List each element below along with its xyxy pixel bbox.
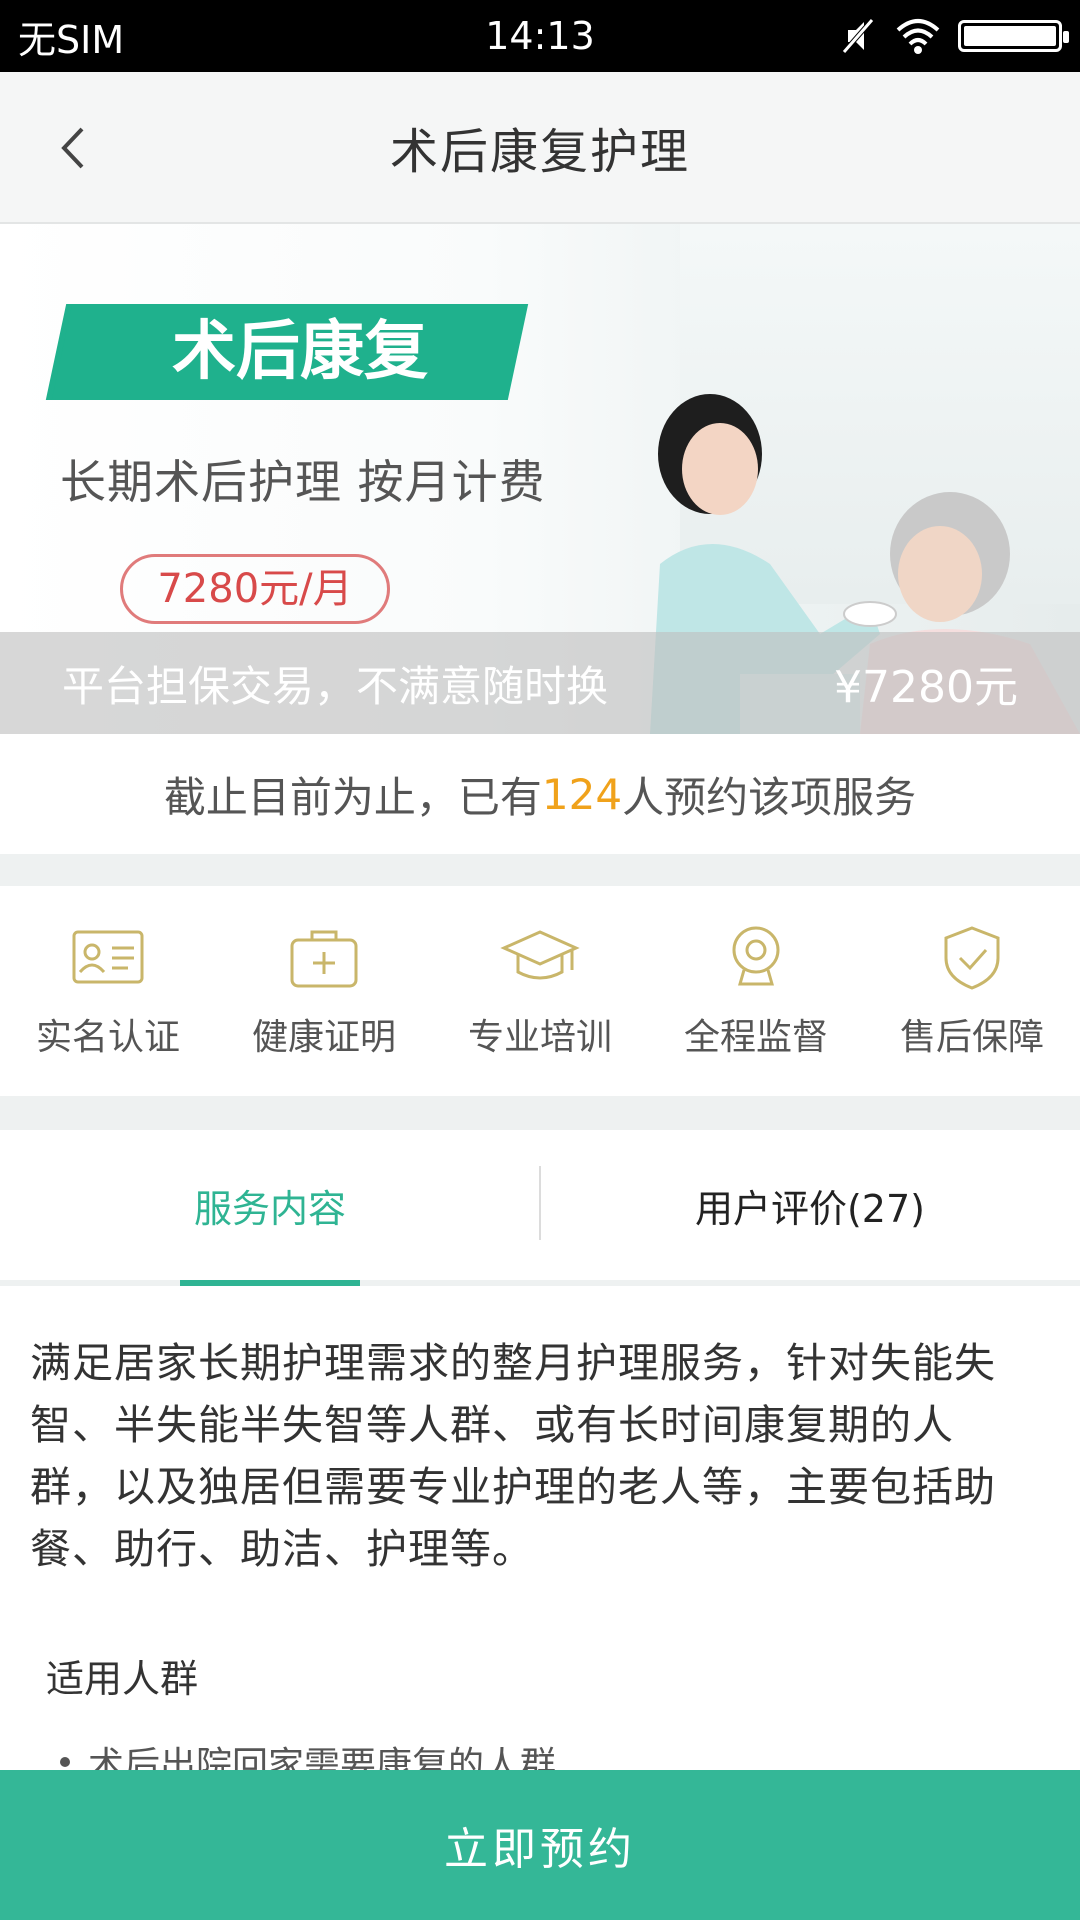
feature-supervision[interactable]: 全程监督 [656, 922, 856, 1060]
id-card-icon [72, 930, 144, 984]
banner-tag: 术后康复 [172, 315, 428, 389]
status-bar: 无SIM 14:13 [0, 0, 1080, 72]
carrier-label: 无SIM [18, 17, 125, 62]
banner-price-badge: 7280元/月 [120, 554, 390, 624]
book-now-button[interactable]: 立即预约 [0, 1770, 1080, 1920]
guarantee-text: 平台担保交易，不满意随时换 [62, 661, 609, 711]
overlay-price: ¥7280元 [834, 662, 1018, 713]
detail-tabs: 服务内容 用户评价(27) [0, 1130, 1080, 1286]
battery-icon [958, 20, 1069, 52]
feature-training[interactable]: 专业培训 [440, 922, 640, 1060]
service-description: 满足居家长期护理需求的整月护理服务，针对失能失智、半失能半失智等人群、或有长时间… [30, 1339, 996, 1573]
tab-service-content[interactable]: 服务内容 [0, 1130, 540, 1280]
shield-check-icon [944, 926, 1000, 990]
stat-suffix: 人预约该项服务 [622, 772, 917, 822]
back-button[interactable] [34, 108, 114, 188]
feature-label: 专业培训 [467, 1017, 612, 1058]
banner-subtitle: 长期术后护理 按月计费 [60, 455, 546, 509]
section-divider [0, 1096, 1080, 1130]
feature-after-sales[interactable]: 售后保障 [872, 922, 1072, 1060]
mute-icon [842, 18, 874, 54]
chevron-left-icon [61, 127, 84, 169]
feature-label: 健康证明 [251, 1017, 396, 1058]
list-item-text: 术后出院回家需要康复的人群 [88, 1745, 557, 1770]
section-divider [0, 854, 1080, 886]
stat-prefix: 截止目前为止，已有 [163, 772, 542, 822]
page-title: 术后康复护理 [389, 124, 690, 180]
feature-row: 实名认证 健康证明 专业培训 全程监督 售后保障 [0, 886, 1080, 1096]
stat-count: 124 [541, 769, 623, 819]
nav-bar: 术后康复护理 [0, 72, 1080, 224]
status-icons [838, 16, 1069, 56]
medical-kit-icon [290, 930, 358, 988]
feature-real-name[interactable]: 实名认证 [8, 922, 208, 1060]
booking-stat: 截止目前为止，已有 124 人预约该项服务 [0, 734, 1080, 854]
wifi-icon [896, 19, 940, 54]
service-content[interactable]: 满足居家长期护理需求的整月护理服务，针对失能失智、半失能半失智等人群、或有长时间… [0, 1290, 1080, 1770]
feature-label: 实名认证 [35, 1017, 180, 1058]
tab-user-reviews[interactable]: 用户评价(27) [540, 1130, 1080, 1280]
banner-overlay: 平台担保交易，不满意随时换 ¥7280元 [0, 632, 1080, 734]
feature-label: 全程监督 [683, 1017, 828, 1058]
graduation-cap-icon [500, 930, 580, 980]
camera-icon [732, 926, 780, 986]
section-title: 适用人群 [46, 1657, 199, 1701]
feature-health-cert[interactable]: 健康证明 [224, 922, 424, 1060]
list-item: 术后出院回家需要康复的人群 [60, 1736, 556, 1770]
service-banner[interactable]: 术后康复 长期术后护理 按月计费 7280元/月 平台担保交易，不满意随时换 ¥… [0, 224, 1080, 734]
tab-divider [539, 1166, 541, 1240]
feature-label: 售后保障 [899, 1017, 1044, 1058]
